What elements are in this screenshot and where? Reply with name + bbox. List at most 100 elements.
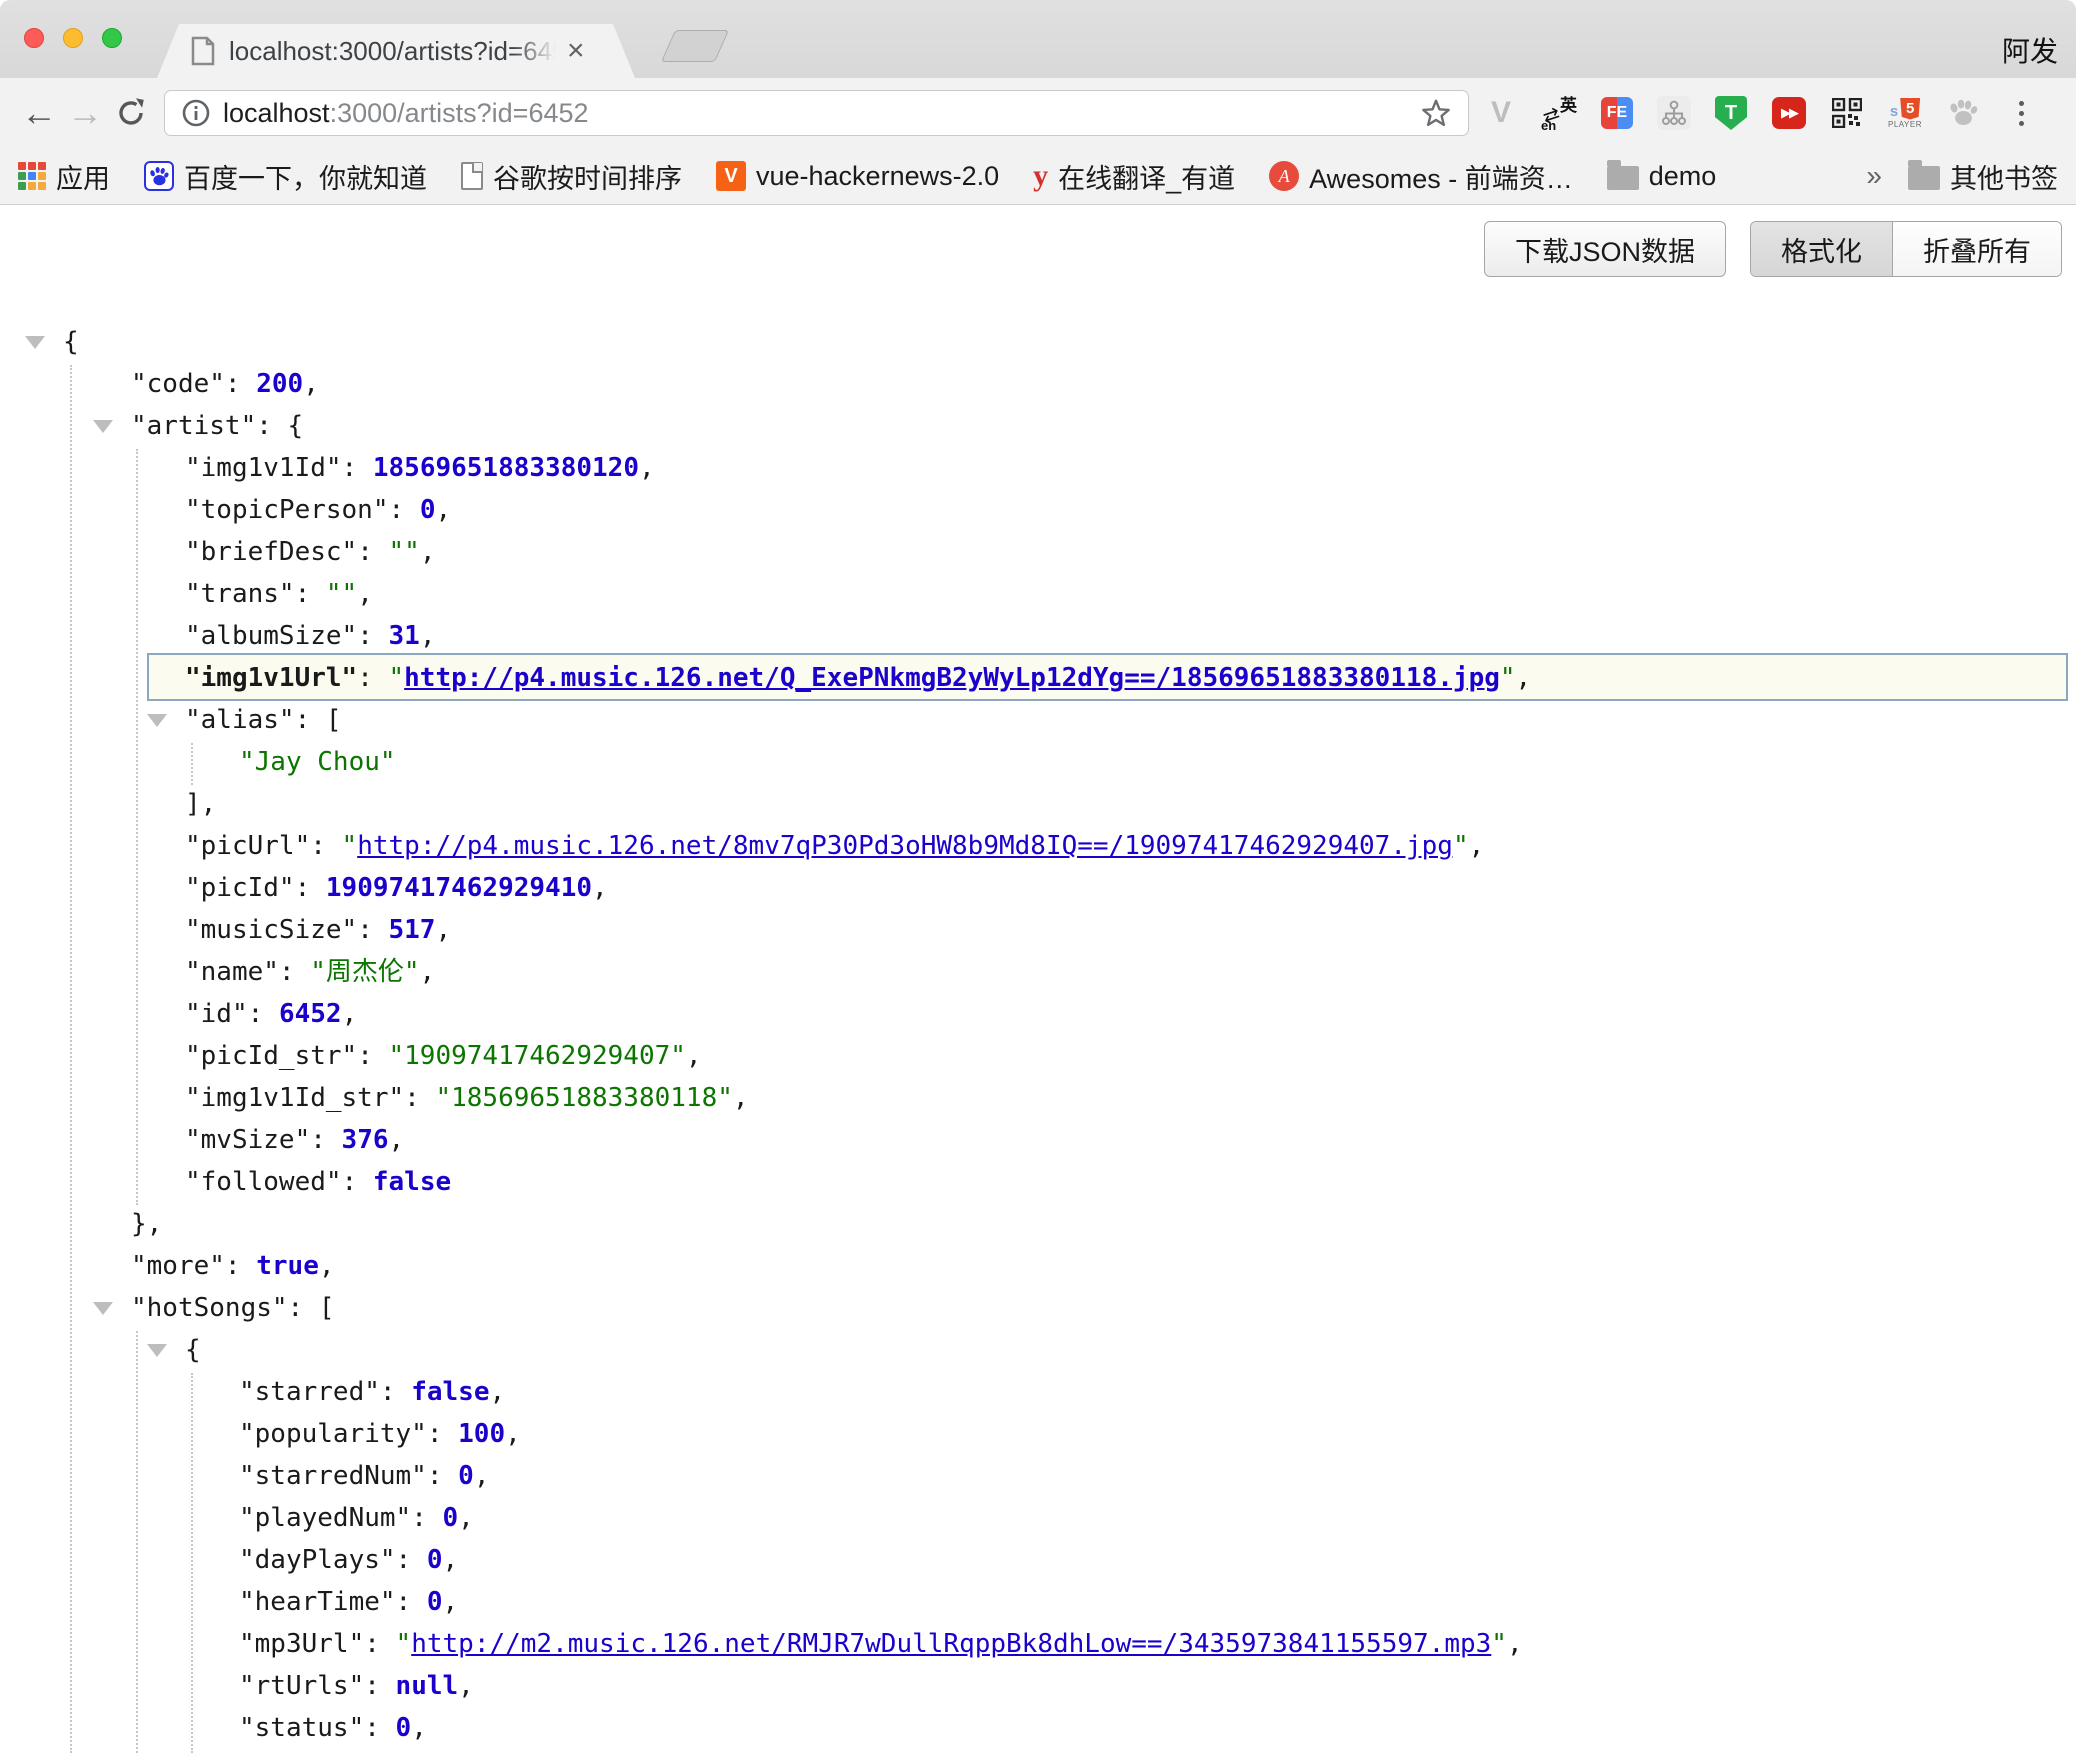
json-punctuation: , (1507, 1629, 1523, 1659)
json-line: "mvSize": 376, (0, 1119, 2076, 1161)
tampermonkey-shield-icon[interactable]: T (1713, 95, 1749, 131)
json-value: 31 (389, 621, 420, 651)
json-value: 6452 (279, 999, 342, 1029)
back-arrow-icon: ← (21, 95, 57, 131)
json-line: { (0, 321, 2076, 363)
json-line: "picId_str": "19097417462929407", (0, 1035, 2076, 1077)
json-line: "followed": false (0, 1161, 2076, 1203)
fe-extension-icon[interactable]: FE (1599, 95, 1635, 131)
json-url-link[interactable]: http://p4.music.126.net/8mv7qP30Pd3oHW8b… (357, 831, 1453, 861)
tab-close-icon[interactable]: × (567, 36, 585, 66)
json-line: "picUrl": "http://p4.music.126.net/8mv7q… (0, 825, 2076, 867)
json-punctuation: : (295, 579, 326, 609)
other-bookmarks-folder[interactable]: 其他书签 (1908, 157, 2058, 196)
collapse-triangle-icon[interactable] (147, 1344, 167, 1357)
json-line: }, (0, 1203, 2076, 1245)
vue-devtools-icon[interactable]: V (1483, 95, 1519, 131)
awesomes-a-icon: A (1269, 161, 1299, 191)
json-punctuation: : (357, 621, 388, 651)
collapse-triangle-icon[interactable] (93, 1302, 113, 1315)
minimize-window-button[interactable] (63, 28, 83, 48)
json-line: "dayPlays": 0, (0, 1539, 2076, 1581)
qr-code-icon[interactable] (1829, 95, 1865, 131)
string-quote: " (1491, 1629, 1507, 1659)
bookmark-awesomes[interactable]: A Awesomes - 前端资… (1269, 157, 1573, 196)
document-icon (461, 162, 483, 190)
json-punctuation: { (63, 327, 79, 357)
json-key: "img1v1Url" (185, 663, 357, 693)
string-quote: " (1453, 831, 1469, 861)
json-line: "img1v1Id": 18569651883380120, (0, 447, 2076, 489)
json-punctuation: : (310, 831, 341, 861)
fast-forward-extension-icon[interactable]: ▶▶ (1771, 95, 1807, 131)
json-punctuation: : [ (288, 1293, 335, 1323)
json-string: "Jay Chou" (239, 747, 396, 777)
json-value: null (396, 1671, 459, 1701)
json-punctuation: : (225, 1251, 256, 1281)
json-punctuation: : (295, 873, 326, 903)
translate-extension-icon[interactable]: 英 ⇄ en (1541, 95, 1577, 131)
json-url-link[interactable]: http://m2.music.126.net/RMJR7wDullRqppBk… (411, 1629, 1491, 1659)
page-icon (191, 36, 215, 66)
json-key: "alias" (185, 705, 295, 735)
bookmark-apps[interactable]: 应用 (18, 157, 110, 196)
json-line: "id": 6452, (0, 993, 2076, 1035)
json-punctuation: { (185, 1335, 201, 1365)
browser-tab[interactable]: localhost:3000/artists?id=645 × (157, 24, 635, 78)
close-window-button[interactable] (24, 28, 44, 48)
json-punctuation: : { (256, 411, 303, 441)
json-line: "code": 200, (0, 363, 2076, 405)
collapse-triangle-icon[interactable] (25, 336, 45, 349)
bookmark-youdao[interactable]: y 在线翻译_有道 (1033, 157, 1235, 196)
json-key: "starred" (239, 1377, 380, 1407)
collapse-triangle-icon[interactable] (147, 714, 167, 727)
vue-v-icon: V (716, 161, 746, 191)
json-punctuation: , (435, 495, 451, 525)
reload-button[interactable] (108, 90, 154, 136)
json-value: false (373, 1167, 451, 1197)
reload-icon (115, 97, 147, 129)
bookmark-baidu[interactable]: 百度一下，你就知道 (144, 157, 427, 196)
json-key: "img1v1Id_str" (185, 1083, 404, 1113)
json-punctuation: , (505, 1419, 521, 1449)
json-key: "id" (185, 999, 248, 1029)
json-punctuation: : (427, 1419, 458, 1449)
json-line: "Jay Chou" (0, 741, 2076, 783)
string-quote: " (1500, 663, 1516, 693)
browser-menu-icon[interactable] (2003, 95, 2039, 131)
json-value: 200 (256, 369, 303, 399)
bookmark-google-sort[interactable]: 谷歌按时间排序 (461, 157, 682, 196)
back-button[interactable]: ← (16, 90, 62, 136)
zoom-window-button[interactable] (102, 28, 122, 48)
json-key: "topicPerson" (185, 495, 389, 525)
html5-player-icon[interactable]: s 5 PLAYER (1887, 95, 1923, 131)
json-line: "artist": { (0, 405, 2076, 447)
browser-toolbar: ← → localhost:3000/artists?id=6452 V (0, 78, 2076, 148)
new-tab-button[interactable] (661, 30, 729, 62)
json-url-link[interactable]: http://p4.music.126.net/Q_ExePNkmgB2yWyL… (404, 663, 1500, 693)
json-punctuation: : (342, 453, 373, 483)
json-value: 376 (342, 1125, 389, 1155)
sitemap-extension-icon[interactable] (1657, 96, 1691, 130)
paw-extension-icon[interactable] (1945, 95, 1981, 131)
collapse-triangle-icon[interactable] (93, 420, 113, 433)
bookmark-folder-demo[interactable]: demo (1607, 161, 1717, 192)
forward-button[interactable]: → (62, 90, 108, 136)
bookmark-vue-hackernews[interactable]: V vue-hackernews-2.0 (716, 161, 999, 192)
url-bar[interactable]: localhost:3000/artists?id=6452 (164, 90, 1469, 136)
json-punctuation: : (357, 537, 388, 567)
json-string: "" (326, 579, 357, 609)
json-line: "briefDesc": "", (0, 531, 2076, 573)
page-info-icon[interactable] (181, 98, 211, 128)
bookmarks-overflow-chevron[interactable]: » (1866, 160, 1882, 192)
json-key: "mvSize" (185, 1125, 310, 1155)
profile-name[interactable]: 阿发 (2002, 30, 2058, 70)
json-key: "picId_str" (185, 1041, 357, 1071)
bookmark-star-icon[interactable] (1420, 97, 1452, 129)
json-key: "starredNum" (239, 1461, 427, 1491)
json-punctuation: : (396, 1587, 427, 1617)
json-value: 0 (458, 1461, 474, 1491)
json-value: 0 (420, 495, 436, 525)
json-key: "mp3Url" (239, 1629, 364, 1659)
json-key: "musicSize" (185, 915, 357, 945)
